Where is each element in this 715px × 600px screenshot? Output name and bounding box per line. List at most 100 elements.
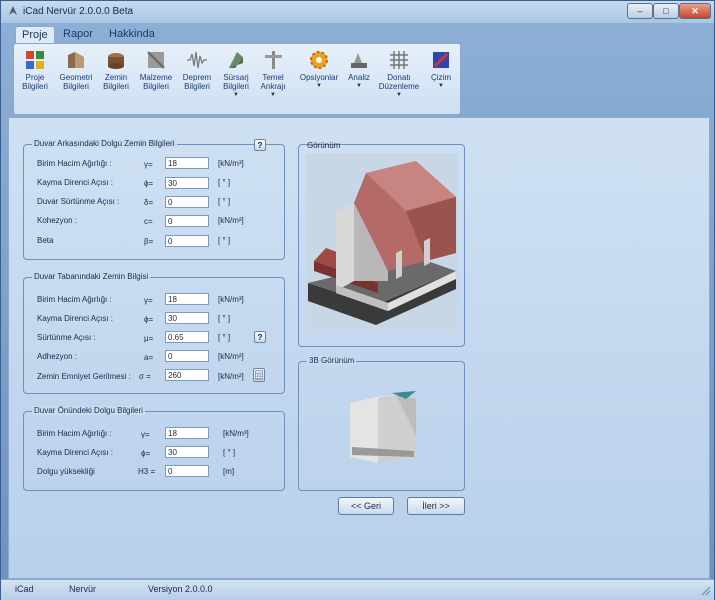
- field-label: Kayma Direnci Açısı :: [37, 448, 114, 457]
- ribbon-button-analiz[interactable]: Analiz ▼: [344, 49, 374, 91]
- field-unit: [kN/m³]: [223, 429, 249, 438]
- field-unit: [ ° ]: [218, 333, 231, 342]
- beta-input[interactable]: 0: [165, 235, 209, 247]
- app-window: iCad Nervür 2.0.0.0 Beta – □ ✕ Proje Rap…: [0, 0, 715, 600]
- field-unit: [kN/m²]: [218, 352, 244, 361]
- field-unit: [ ° ]: [218, 314, 231, 323]
- dropdown-arrow-icon: ▼: [438, 83, 444, 89]
- field-symbol: σ =: [139, 372, 151, 381]
- base-unit-weight-input[interactable]: 18: [165, 293, 209, 305]
- fill-height-input[interactable]: 0: [165, 465, 209, 477]
- dropdown-arrow-icon: ▼: [316, 83, 322, 89]
- field-label: Kayma Direnci Açısı :: [37, 314, 114, 323]
- field-unit: [kN/m³]: [218, 159, 244, 168]
- close-button[interactable]: ✕: [679, 3, 711, 19]
- ribbon-button-temel-ankraji[interactable]: Temel Ankrajı ▼: [254, 49, 292, 100]
- group-title: Duvar Önündeki Dolgu Bilgileri: [32, 406, 145, 415]
- app-icon: [9, 6, 17, 15]
- status-bar: iCad Nervür Versiyon 2.0.0.0: [1, 579, 714, 600]
- group-title: Görünüm: [307, 141, 341, 150]
- field-label: Sürtünme Açısı :: [37, 333, 96, 342]
- field-unit: [kN/m³]: [218, 295, 244, 304]
- front-friction-angle-input[interactable]: 30: [165, 446, 209, 458]
- field-label: Birim Hacim Ağırlığı :: [37, 429, 112, 438]
- field-symbol: ϕ=: [141, 449, 151, 458]
- field-label: Dolgu yüksekliği: [37, 467, 95, 476]
- tab-rapor[interactable]: Rapor: [57, 26, 99, 43]
- ribbon-label: Opsiyonlar: [299, 73, 339, 82]
- ribbon-label: Zemin Bilgileri: [103, 73, 129, 91]
- ribbon-label: Çizim: [431, 73, 451, 82]
- field-label: Birim Hacim Ağırlığı :: [37, 295, 112, 304]
- back-friction-angle-input[interactable]: 30: [165, 177, 209, 189]
- field-symbol: γ=: [144, 160, 153, 169]
- window-title: iCad Nervür 2.0.0.0 Beta: [23, 6, 134, 17]
- ribbon-button-sursarj[interactable]: Sürsarj Bilgileri ▼: [218, 49, 254, 100]
- ribbon-label: Malzeme Bilgileri: [139, 73, 173, 91]
- tab-hakkinda[interactable]: Hakkinda: [103, 26, 161, 43]
- ribbon-button-opsiyonlar[interactable]: Opsiyonlar ▼: [296, 49, 342, 91]
- field-unit: [m]: [223, 467, 235, 476]
- ribbon-tab-bar: Proje Rapor Hakkinda: [1, 23, 714, 44]
- field-symbol: β=: [144, 237, 154, 246]
- ribbon-label: Proje Bilgileri: [22, 73, 48, 91]
- field-symbol: δ=: [144, 198, 154, 207]
- field-unit: [kN/m²]: [218, 216, 244, 225]
- back-button[interactable]: << Geri: [338, 497, 394, 515]
- friction-coefficient-input[interactable]: 0.65: [165, 331, 209, 343]
- ribbon-button-deprem[interactable]: Deprem Bilgileri: [178, 49, 216, 91]
- adhesion-input[interactable]: 0: [165, 350, 209, 362]
- dropdown-arrow-icon: ▼: [356, 83, 362, 89]
- bearing-capacity-input[interactable]: 260: [165, 369, 209, 381]
- ribbon-button-donati-duzenleme[interactable]: Donatı Düzenleme ▼: [374, 49, 424, 100]
- ribbon-label: Temel Ankrajı: [260, 73, 286, 91]
- field-symbol: ϕ=: [144, 179, 154, 188]
- options-gear-icon: [310, 51, 328, 69]
- ribbon-button-malzeme[interactable]: Malzeme Bilgileri: [136, 49, 176, 91]
- field-symbol: H3 =: [138, 467, 156, 476]
- help-button[interactable]: ?: [254, 331, 266, 343]
- maximize-button[interactable]: □: [653, 3, 679, 19]
- field-label: Adhezyon :: [37, 352, 78, 361]
- dropdown-arrow-icon: ▼: [233, 92, 239, 98]
- minimize-button[interactable]: –: [627, 3, 653, 19]
- base-friction-angle-input[interactable]: 30: [165, 312, 209, 324]
- status-app: iCad: [15, 584, 34, 594]
- group-title: Duvar Arkasındaki Dolgu Zemin Bilgileri: [32, 139, 177, 148]
- field-unit: [ ° ]: [223, 448, 236, 457]
- calculator-button[interactable]: [253, 368, 265, 382]
- ribbon-label: Geometri Bilgileri: [59, 73, 93, 91]
- ribbon-label: Analiz: [348, 73, 370, 82]
- ribbon-button-zemin[interactable]: Zemin Bilgileri: [98, 49, 134, 91]
- cohesion-input[interactable]: 0: [165, 215, 209, 227]
- ribbon-label: Deprem Bilgileri: [182, 73, 212, 91]
- field-symbol: c=: [144, 217, 153, 226]
- ribbon-button-cizim[interactable]: Çizim ▼: [426, 49, 456, 91]
- back-unit-weight-input[interactable]: 18: [165, 157, 209, 169]
- project-info-icon: [26, 51, 44, 69]
- title-bar: iCad Nervür 2.0.0.0 Beta – □ ✕: [1, 1, 714, 23]
- dropdown-arrow-icon: ▼: [270, 92, 276, 98]
- field-unit: [kN/m²]: [218, 372, 244, 381]
- rebar-icon: [390, 51, 408, 69]
- wall-friction-angle-input[interactable]: 0: [165, 196, 209, 208]
- help-button[interactable]: ?: [254, 139, 266, 151]
- ribbon-label: Sürsarj Bilgileri: [223, 73, 249, 91]
- field-label: Birim Hacim Ağırlığı :: [37, 159, 112, 168]
- field-label: Duvar Sürtünme Açısı :: [37, 197, 120, 206]
- field-symbol: a=: [144, 353, 154, 362]
- status-version: Versiyon 2.0.0.0: [148, 584, 213, 594]
- field-symbol: γ=: [141, 430, 150, 439]
- ribbon-button-proje-bilgileri[interactable]: Proje Bilgileri: [18, 49, 52, 91]
- material-icon: [147, 51, 165, 69]
- resize-grip-icon[interactable]: [699, 584, 711, 596]
- front-unit-weight-input[interactable]: 18: [165, 427, 209, 439]
- wall-section-image: [306, 153, 458, 333]
- group-title: 3B Görünüm: [307, 356, 357, 365]
- tab-proje[interactable]: Proje: [15, 26, 55, 44]
- ribbon-button-geometri[interactable]: Geometri Bilgileri: [56, 49, 96, 91]
- analysis-icon: [351, 53, 367, 68]
- earthquake-icon: [187, 51, 207, 69]
- next-button[interactable]: İleri >>: [407, 497, 465, 515]
- field-unit: [ ° ]: [218, 197, 231, 206]
